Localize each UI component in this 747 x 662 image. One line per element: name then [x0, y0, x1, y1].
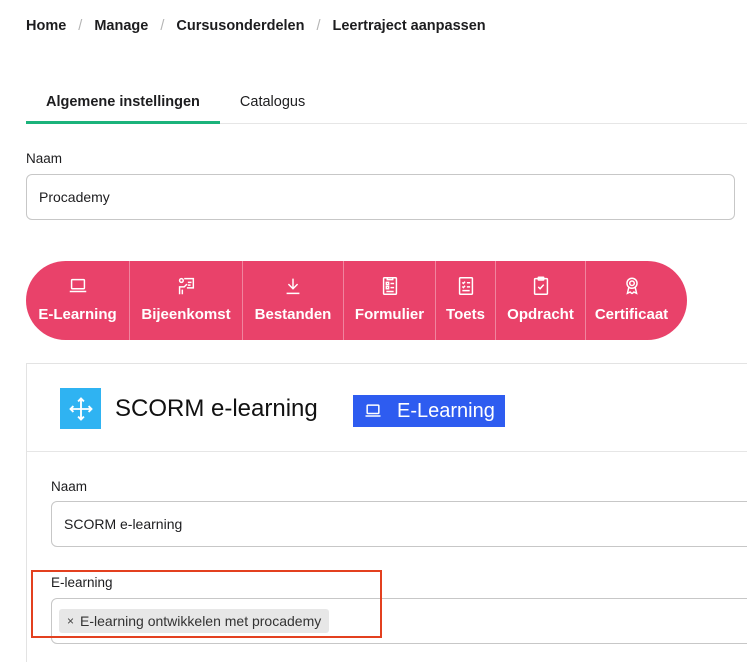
move-icon — [68, 396, 93, 421]
selected-elearning-label: E-learning ontwikkelen met procademy — [80, 613, 322, 629]
toolbar-opdracht-button[interactable]: Opdracht — [496, 261, 586, 340]
drag-handle[interactable] — [60, 388, 101, 429]
activity-toolbar: E-Learning Bijeenkomst Bestanden Formuli… — [26, 261, 687, 340]
breadcrumb: Home / Manage / Cursusonderdelen / Leert… — [26, 18, 486, 34]
toolbar-label: Formulier — [354, 306, 425, 323]
tab-bar: Algemene instellingen Catalogus — [26, 84, 747, 124]
elearning-select[interactable]: × E-learning ontwikkelen met procademy — [51, 598, 747, 644]
presentation-icon — [178, 277, 195, 295]
name-label: Naam — [26, 151, 63, 166]
selected-elearning-tag: × E-learning ontwikkelen met procademy — [59, 609, 330, 633]
breadcrumb-separator: / — [78, 18, 83, 34]
activity-type-label: E-Learning — [397, 399, 495, 422]
laptop-icon — [365, 404, 381, 417]
breadcrumb-home[interactable]: Home — [26, 18, 66, 34]
toolbar-toets-button[interactable]: Toets — [436, 261, 496, 340]
activity-type-badge: E-Learning — [353, 395, 505, 427]
toolbar-elearning-button[interactable]: E-Learning — [26, 261, 130, 340]
award-icon — [625, 277, 638, 295]
toolbar-certificaat-button[interactable]: Certificaat — [586, 261, 687, 340]
activity-name-label: Naam — [51, 479, 88, 494]
remove-tag-icon[interactable]: × — [67, 614, 74, 628]
toolbar-label: E-Learning — [38, 306, 117, 323]
form-icon — [382, 277, 397, 295]
breadcrumb-current: Leertraject aanpassen — [332, 18, 486, 34]
clipboard-check-icon — [533, 276, 548, 295]
breadcrumb-manage[interactable]: Manage — [94, 18, 148, 34]
toolbar-bijeenkomst-button[interactable]: Bijeenkomst — [130, 261, 243, 340]
breadcrumb-separator: / — [316, 18, 321, 34]
tab-catalogus[interactable]: Catalogus — [220, 84, 325, 124]
toolbar-label: Certificaat — [594, 306, 669, 323]
toolbar-label: Bestanden — [254, 306, 332, 323]
elearning-label: E-learning — [51, 575, 113, 590]
toolbar-label: Bijeenkomst — [141, 306, 231, 323]
toolbar-bestanden-button[interactable]: Bestanden — [243, 261, 344, 340]
laptop-icon — [69, 278, 86, 293]
breadcrumb-separator: / — [160, 18, 165, 34]
activity-title: SCORM e-learning — [115, 395, 318, 422]
tab-algemene-instellingen[interactable]: Algemene instellingen — [26, 84, 220, 124]
name-input[interactable]: Procademy — [26, 174, 735, 220]
activity-name-input[interactable]: SCORM e-learning — [51, 501, 747, 547]
toolbar-formulier-button[interactable]: Formulier — [344, 261, 436, 340]
toolbar-label: Toets — [446, 306, 485, 323]
toolbar-label: Opdracht — [507, 306, 574, 323]
download-icon — [286, 278, 300, 295]
breadcrumb-cursusonderdelen[interactable]: Cursusonderdelen — [176, 18, 304, 34]
activity-card: SCORM e-learning E-Learning Naam SCORM e… — [26, 363, 747, 662]
checklist-icon — [458, 277, 473, 295]
activity-card-header: SCORM e-learning E-Learning — [27, 364, 747, 452]
